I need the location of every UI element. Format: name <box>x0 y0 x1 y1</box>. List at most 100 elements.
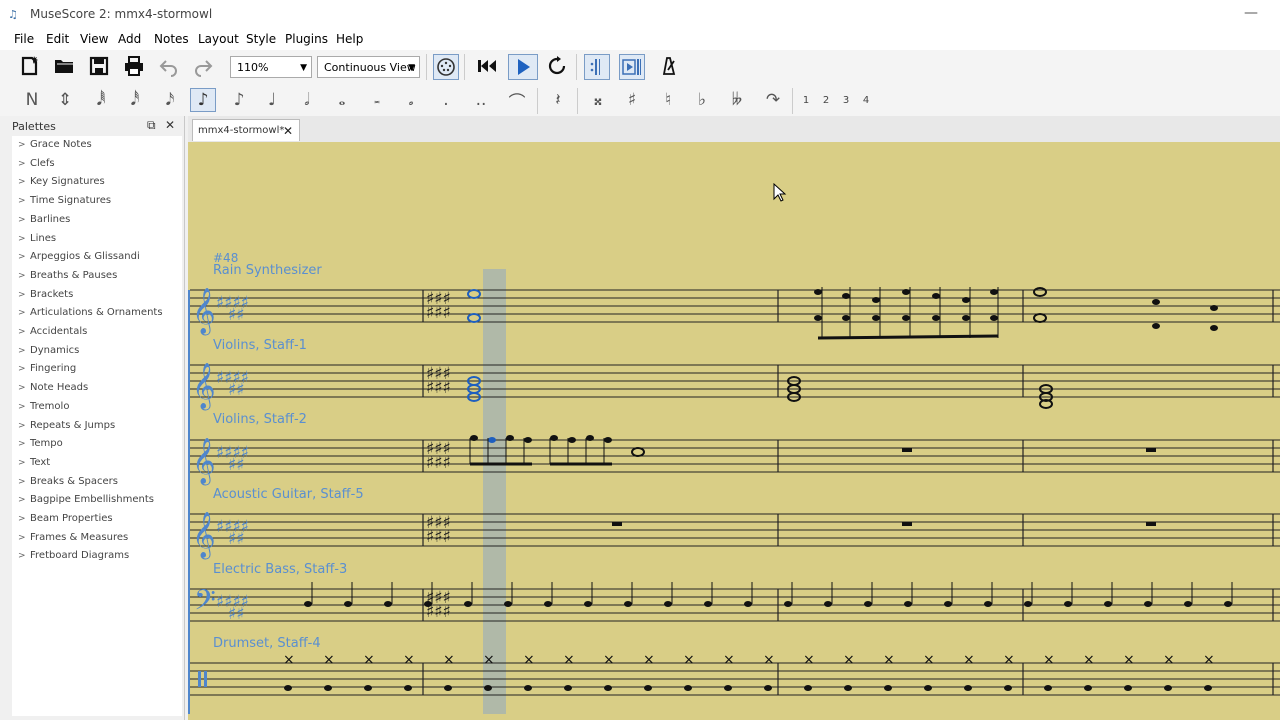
view-mode-value: Continuous View <box>324 61 416 74</box>
duration-32nd-icon[interactable]: 𝅘𝅥𝅰 <box>122 88 148 112</box>
voice-2-button[interactable]: 2 <box>816 88 836 112</box>
palette-item[interactable]: > Breaks & Spacers <box>18 473 118 491</box>
repeat-playback-icon[interactable] <box>584 54 610 80</box>
metronome-icon[interactable] <box>656 54 680 78</box>
double-flat-icon[interactable]: 𝄫 <box>724 88 750 112</box>
palette-item[interactable]: > Repeats & Jumps <box>18 417 115 435</box>
midi-input-icon[interactable] <box>433 54 459 80</box>
selection-highlight <box>483 269 506 714</box>
duration-eighth-icon[interactable]: ♪ <box>190 88 216 112</box>
palette-item[interactable]: > Key Signatures <box>18 173 105 191</box>
minimize-button[interactable]: — <box>1244 6 1258 20</box>
duration-quarter-icon[interactable]: ♪ <box>226 88 252 112</box>
note-head <box>1024 601 1032 607</box>
voice-3-button[interactable]: 3 <box>836 88 856 112</box>
title-bar: ♫ MuseScore 2: mmx4-stormowl — <box>0 0 1280 30</box>
flat-icon[interactable]: ♭ <box>689 88 715 112</box>
score-tab[interactable]: mmx4-stormowl* ✕ <box>192 119 300 141</box>
note-head <box>872 297 880 303</box>
sharp-icon[interactable]: ♯ <box>619 88 645 112</box>
print-icon[interactable] <box>122 54 146 78</box>
duration-double-whole-icon[interactable]: 𝅝 <box>329 88 355 112</box>
palette-item[interactable]: > Fingering <box>18 360 76 378</box>
menu-layout[interactable]: Layout <box>198 32 239 46</box>
loop-icon[interactable] <box>545 54 569 78</box>
flip-direction-icon[interactable]: ↷ <box>760 88 786 112</box>
chevron-right-icon: > <box>18 233 26 244</box>
menu-style[interactable]: Style <box>246 32 276 46</box>
save-icon[interactable] <box>87 54 111 78</box>
whole-note <box>467 289 481 299</box>
duration-longa-icon[interactable]: 𝅗 <box>398 88 424 112</box>
hi-hat-note: × <box>683 652 695 668</box>
menu-add[interactable]: Add <box>118 32 141 46</box>
rest-icon[interactable]: 𝄽 <box>545 88 571 112</box>
palette-item[interactable]: > Barlines <box>18 211 70 229</box>
palette-item[interactable]: > Lines <box>18 230 56 248</box>
chevron-right-icon: > <box>18 495 26 506</box>
palette-item[interactable]: > Note Heads <box>18 379 88 397</box>
pan-score-icon[interactable] <box>619 54 645 80</box>
tie-icon[interactable]: ⌒ <box>504 88 530 113</box>
palette-item[interactable]: > Grace Notes <box>18 136 92 154</box>
palette-item[interactable]: > Dynamics <box>18 342 79 360</box>
palette-item[interactable]: > Fretboard Diagrams <box>18 547 129 565</box>
palette-item[interactable]: > Brackets <box>18 286 73 304</box>
menu-edit[interactable]: Edit <box>46 32 69 46</box>
voice-4-button[interactable]: 4 <box>856 88 876 112</box>
redo-icon[interactable] <box>191 54 215 78</box>
augmentation-dot-icon[interactable]: . <box>433 88 459 112</box>
instrument-label: Violins, Staff-2 <box>213 412 307 427</box>
close-tab-icon[interactable]: ✕ <box>283 120 293 142</box>
note-head <box>404 685 412 691</box>
natural-icon[interactable]: ♮ <box>655 88 681 112</box>
close-icon[interactable]: ✕ <box>165 118 175 132</box>
menu-plugins[interactable]: Plugins <box>285 32 328 46</box>
palette-item[interactable]: > Bagpipe Embellishments <box>18 491 154 509</box>
new-file-icon[interactable] <box>18 54 42 78</box>
note-head <box>1210 325 1218 331</box>
open-folder-icon[interactable] <box>52 54 76 78</box>
key-signature: ♯♯♯ <box>426 453 451 473</box>
duration-64th-icon[interactable]: 𝅘𝅥𝅱 <box>88 88 114 112</box>
double-dot-icon[interactable]: .. <box>468 88 494 112</box>
note-head <box>1224 601 1232 607</box>
hi-hat-note: × <box>483 652 495 668</box>
menu-notes[interactable]: Notes <box>154 32 189 46</box>
duration-whole-icon[interactable]: 𝅗𝅥 <box>294 88 320 112</box>
duration-16th-icon[interactable]: 𝅘𝅥𝅯 <box>157 88 183 112</box>
hi-hat-note: × <box>963 652 975 668</box>
palette-item[interactable]: > Tremolo <box>18 398 69 416</box>
palette-item[interactable]: > Beam Properties <box>18 510 113 528</box>
palette-item[interactable]: > Arpeggios & Glissandi <box>18 248 140 266</box>
double-sharp-icon[interactable]: 𝄪 <box>585 88 611 112</box>
hi-hat-note: × <box>403 652 415 668</box>
duration-half-icon[interactable]: ♩ <box>259 88 285 112</box>
palette-item[interactable]: > Tempo <box>18 435 63 453</box>
note-head <box>724 685 732 691</box>
undock-icon[interactable]: ⧉ <box>147 118 156 133</box>
chevron-right-icon: > <box>18 383 26 394</box>
palette-item[interactable]: > Accidentals <box>18 323 87 341</box>
note-input-mode-icon[interactable]: N <box>19 88 45 112</box>
main-toolbar: 110% ▼ Continuous View ▼ <box>0 50 1280 84</box>
score-canvas[interactable]: 𝄞 ♯♯♯♯ ♯♯ ♯♯♯ ♯♯♯ 𝄞 ♯♯♯♯ ♯♯ ♯♯♯ ♯♯♯ 𝄞 ♯♯♯♯ ♯♯ ♯♯♯ ♯♯♯ 𝄞… <box>188 142 1280 720</box>
view-mode-select[interactable]: Continuous View ▼ <box>317 56 420 78</box>
duration-breve-icon[interactable]: 𝅜 <box>364 88 390 112</box>
rewind-icon[interactable] <box>475 54 499 78</box>
play-icon[interactable] <box>508 54 538 80</box>
palette-item[interactable]: > Articulations & Ornaments <box>18 304 163 322</box>
undo-icon[interactable] <box>157 54 181 78</box>
chevron-right-icon: > <box>18 289 26 300</box>
menu-file[interactable]: File <box>14 32 34 46</box>
palette-item[interactable]: > Time Signatures <box>18 192 111 210</box>
menu-view[interactable]: View <box>80 32 108 46</box>
palette-item[interactable]: > Breaths & Pauses <box>18 267 117 285</box>
voice-1-button[interactable]: 1 <box>796 88 816 112</box>
palette-item[interactable]: > Clefs <box>18 155 55 173</box>
palette-item[interactable]: > Text <box>18 454 50 472</box>
menu-help[interactable]: Help <box>336 32 363 46</box>
rhythm-icon[interactable]: ⇕ <box>52 88 78 112</box>
zoom-select[interactable]: 110% ▼ <box>230 56 312 78</box>
palette-item[interactable]: > Frames & Measures <box>18 529 128 547</box>
